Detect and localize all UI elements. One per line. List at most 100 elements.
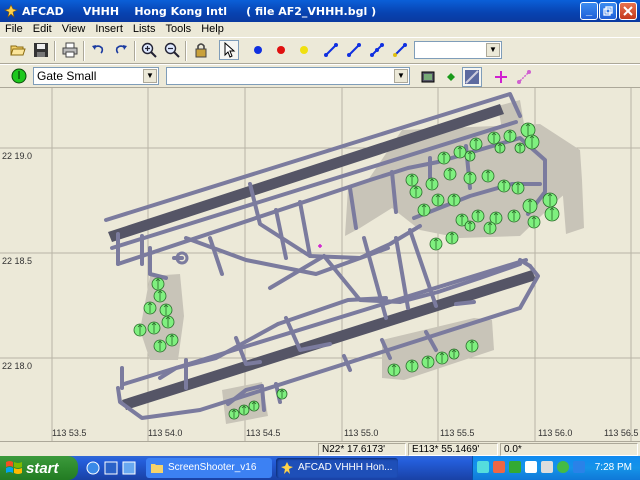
parking-spot[interactable] [161, 315, 175, 329]
parking-type-combo[interactable]: Gate Small ▼ [33, 67, 159, 85]
runway-tool-button[interactable] [418, 67, 438, 87]
task-screenshooter[interactable]: ScreenShooter_v16 [146, 458, 272, 478]
select-tool-button[interactable] [219, 40, 239, 60]
link-type-combo[interactable]: ▼ [414, 41, 502, 59]
parking-spot[interactable] [447, 193, 461, 207]
chevron-down-icon[interactable]: ▼ [394, 69, 408, 83]
lock-button[interactable] [191, 40, 211, 60]
parking-spot[interactable] [507, 209, 521, 223]
menu-insert[interactable]: Insert [90, 22, 128, 37]
parking-spot[interactable] [151, 277, 165, 291]
parking-spot[interactable] [248, 400, 260, 412]
parking-spot[interactable] [481, 169, 495, 183]
parking-spot[interactable] [448, 348, 460, 360]
chevron-down-icon[interactable]: ▼ [143, 69, 157, 83]
print-button[interactable] [60, 40, 80, 60]
start-button[interactable]: start [0, 456, 78, 480]
parking-spot[interactable] [425, 177, 439, 191]
parking-spot[interactable] [522, 198, 538, 214]
tray-icon-7[interactable] [573, 461, 585, 473]
menu-tools[interactable]: Tools [161, 22, 197, 37]
menu-view[interactable]: View [57, 22, 91, 37]
parking-spot[interactable] [494, 142, 506, 154]
add-yellow-node-button[interactable] [294, 40, 314, 60]
parking-spot[interactable] [238, 404, 250, 416]
parking-spot[interactable] [503, 129, 517, 143]
menu-edit[interactable]: Edit [28, 22, 57, 37]
add-mixed-link-button[interactable] [390, 40, 410, 60]
parking-spot[interactable] [159, 303, 173, 317]
parking-spot[interactable] [443, 167, 457, 181]
parking-spot[interactable] [453, 145, 467, 159]
parking-spot[interactable] [469, 137, 483, 151]
parking-mode-button[interactable] [9, 66, 29, 86]
tray-icon-1[interactable] [477, 461, 489, 473]
parking-spot[interactable] [143, 301, 157, 315]
add-link-button[interactable] [321, 40, 341, 60]
crosshair-tool-button[interactable] [491, 67, 511, 87]
parking-spot[interactable] [542, 192, 558, 208]
close-button[interactable] [619, 2, 637, 20]
menu-lists[interactable]: Lists [128, 22, 161, 37]
parking-spot[interactable] [276, 388, 288, 400]
tray-icon-6[interactable] [557, 461, 569, 473]
parking-spot[interactable] [437, 151, 451, 165]
parking-spot[interactable] [409, 185, 423, 199]
zoom-in-button[interactable] [139, 40, 159, 60]
chevron-down-icon[interactable]: ▼ [486, 43, 500, 57]
tray-icon-3[interactable] [509, 461, 521, 473]
tray-icon-2[interactable] [493, 461, 505, 473]
parking-spot[interactable] [464, 150, 476, 162]
parking-spot[interactable] [387, 363, 401, 377]
parking-spot[interactable] [464, 220, 476, 232]
redo-button[interactable] [111, 40, 131, 60]
add-blue-node-button[interactable] [248, 40, 268, 60]
parking-spot[interactable] [147, 321, 161, 335]
maximize-button[interactable] [599, 2, 617, 20]
parking-spot[interactable] [487, 131, 501, 145]
parking-spot[interactable] [445, 231, 459, 245]
parking-spot[interactable] [544, 206, 560, 222]
node-tool-button[interactable] [441, 67, 461, 87]
parking-spot[interactable] [431, 193, 445, 207]
minimize-button[interactable]: _ [580, 2, 598, 20]
title-bar[interactable]: AFCAD VHHH Hong Kong Intl ( file AF2_VHH… [0, 0, 640, 22]
save-button[interactable] [31, 40, 51, 60]
parking-spot[interactable] [511, 181, 525, 195]
parking-spot[interactable] [429, 237, 443, 251]
parking-spot[interactable] [421, 355, 435, 369]
parking-spot[interactable] [465, 339, 479, 353]
diagonal-link-button[interactable] [514, 67, 534, 87]
parking-spot[interactable] [228, 408, 240, 420]
parking-spot[interactable] [527, 215, 541, 229]
menu-file[interactable]: File [0, 22, 28, 37]
tray-icon-5[interactable] [541, 461, 553, 473]
undo-button[interactable] [88, 40, 108, 60]
parking-spot[interactable] [405, 359, 419, 373]
taxi-tool-button[interactable] [462, 67, 482, 87]
zoom-out-button[interactable] [162, 40, 182, 60]
tray-icon-4[interactable] [525, 461, 537, 473]
airport-map-canvas[interactable]: 22 19.0 22 18.5 22 18.0 113 53.5 113 54.… [0, 88, 640, 441]
add-link-2-button[interactable] [344, 40, 364, 60]
parking-spot[interactable] [417, 203, 431, 217]
add-red-node-button[interactable] [271, 40, 291, 60]
menu-help[interactable]: Help [196, 22, 229, 37]
add-link-3-button[interactable] [367, 40, 387, 60]
airport-layout[interactable]: 22 19.0 22 18.5 22 18.0 113 53.5 113 54.… [0, 88, 640, 441]
parking-spot[interactable] [153, 289, 167, 303]
parking-spot[interactable] [153, 339, 167, 353]
airline-combo[interactable]: ▼ [166, 67, 410, 85]
parking-spot[interactable] [165, 333, 179, 347]
parking-spot[interactable] [463, 171, 477, 185]
parking-spot[interactable] [133, 323, 147, 337]
parking-spot[interactable] [497, 179, 511, 193]
open-button[interactable] [8, 40, 28, 60]
task-afcad[interactable]: AFCAD VHHH Hon... [276, 458, 398, 478]
parking-spot[interactable] [514, 142, 526, 154]
parking-spot[interactable] [471, 209, 485, 223]
parking-spot[interactable] [405, 173, 419, 187]
parking-spot[interactable] [483, 221, 497, 235]
parking-spot[interactable] [524, 134, 540, 150]
parking-spot[interactable] [435, 351, 449, 365]
